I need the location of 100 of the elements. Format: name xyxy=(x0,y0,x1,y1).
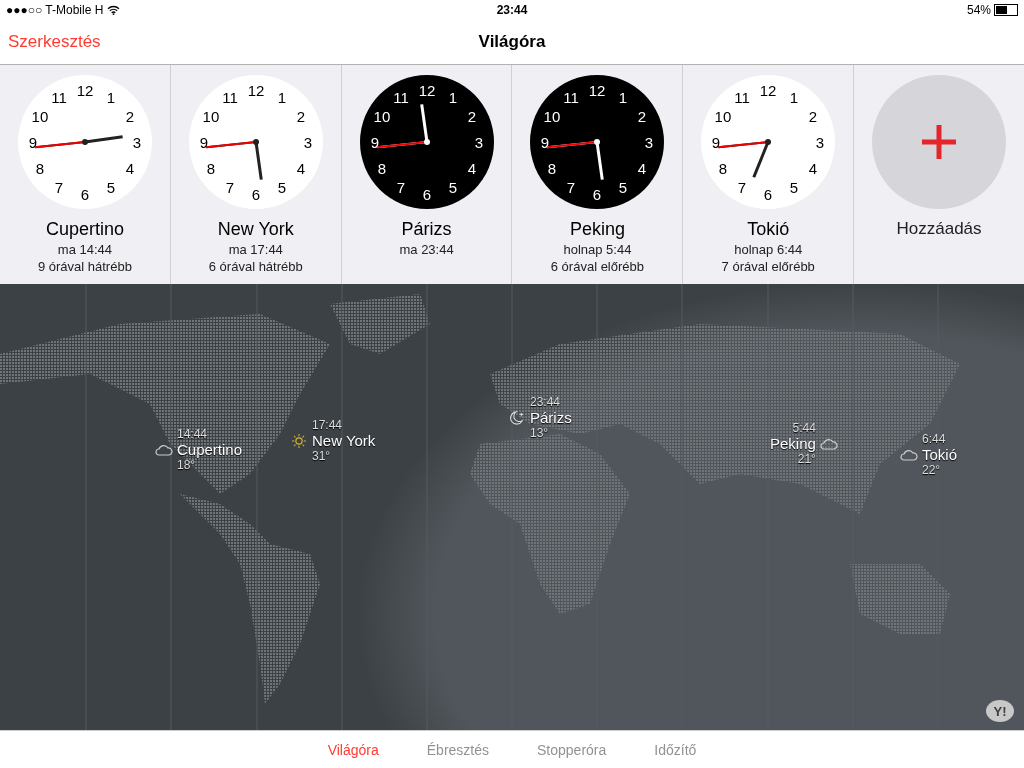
dial-number: 5 xyxy=(277,179,286,197)
city-name: Tokió xyxy=(747,219,790,240)
dial-number: 4 xyxy=(638,160,647,177)
dial-number: 4 xyxy=(125,160,135,177)
pin-time: 17:44 xyxy=(312,418,344,432)
pin-city: Cupertino xyxy=(177,441,243,458)
pin-temperature: 18° xyxy=(177,458,197,472)
dial-number: 12 xyxy=(759,82,777,99)
city-name: Peking xyxy=(569,219,625,240)
cloud-icon xyxy=(900,447,918,462)
edit-button[interactable]: Szerkesztés xyxy=(0,32,109,52)
dial-number: 12 xyxy=(247,82,265,99)
dial-number: 6 xyxy=(251,186,260,203)
moon-icon xyxy=(508,410,526,425)
pin-city: Tokió xyxy=(922,446,958,463)
dial-number: 11 xyxy=(563,88,580,106)
plus-icon xyxy=(922,125,957,159)
time-offset: 6 órával előrébb xyxy=(550,259,644,274)
dial-number: 2 xyxy=(638,108,647,125)
pin-temperature: 13° xyxy=(530,426,550,440)
pin-time: 6:44 xyxy=(922,432,947,446)
dial-number: 1 xyxy=(277,88,286,106)
dial-number: 4 xyxy=(467,160,476,177)
dial-number: 9 xyxy=(541,134,550,151)
local-time: holnap 5:44 xyxy=(563,242,632,257)
wifi-icon xyxy=(107,5,121,15)
city-name: Cupertino xyxy=(45,219,124,240)
dial-number: 7 xyxy=(54,179,64,197)
dial-number: 3 xyxy=(303,134,312,151)
tab[interactable]: Világóra xyxy=(321,737,385,762)
pin-time: 23:44 xyxy=(530,395,562,409)
dial-number: 7 xyxy=(567,179,576,197)
dial-number: 5 xyxy=(106,179,116,197)
dial-number: 10 xyxy=(373,108,390,125)
screen-title: Világóra xyxy=(478,32,546,52)
dial-number: 8 xyxy=(377,160,386,177)
dial-number: 10 xyxy=(714,108,732,125)
dial-number: 4 xyxy=(809,160,818,177)
dial-number: 11 xyxy=(51,88,67,106)
pin-city: Párizs xyxy=(530,409,572,426)
dial-number: 1 xyxy=(619,88,628,106)
dial-number: 12 xyxy=(589,82,606,99)
battery-icon xyxy=(994,4,1018,16)
dial-number: 11 xyxy=(221,88,238,106)
sun-icon xyxy=(290,433,308,448)
dial-number: 2 xyxy=(809,108,818,125)
dial-number: 4 xyxy=(296,160,305,177)
dial-number: 11 xyxy=(392,88,409,106)
pin-city: Peking xyxy=(770,435,816,452)
dial-number: 10 xyxy=(202,108,220,125)
city-name: Párizs xyxy=(401,219,452,240)
tab[interactable]: Időzítő xyxy=(648,737,703,762)
dial-number: 2 xyxy=(467,108,476,125)
pin-time: 14:44 xyxy=(177,427,209,441)
dial-number: 8 xyxy=(548,160,557,177)
local-time: ma 23:44 xyxy=(399,242,454,257)
dial-number: 3 xyxy=(645,134,654,151)
dial-number: 2 xyxy=(125,108,135,125)
tab[interactable]: Stopperóra xyxy=(531,737,613,762)
dial-number: 10 xyxy=(31,108,49,125)
city-name: New York xyxy=(217,219,294,240)
clock-time: 23:44 xyxy=(496,3,528,17)
dial-number: 11 xyxy=(734,88,750,106)
dial-number: 3 xyxy=(474,134,483,151)
dial-number: 8 xyxy=(35,160,45,177)
local-time: ma 14:44 xyxy=(57,242,112,257)
dial-number: 8 xyxy=(206,160,215,177)
dial-number: 12 xyxy=(76,82,94,99)
pin-temperature: 31° xyxy=(312,449,332,463)
dial-number: 7 xyxy=(225,179,234,197)
dial-number: 5 xyxy=(790,179,799,197)
dial-number: 1 xyxy=(448,88,457,106)
pin-time: 5:44 xyxy=(792,421,816,435)
dial-number: 7 xyxy=(396,179,405,197)
dial-number: 9 xyxy=(199,134,208,151)
carrier-label: ●●●○○ T-Mobile H xyxy=(6,3,104,17)
cloud-icon xyxy=(155,442,173,457)
dial-number: 6 xyxy=(764,186,773,203)
dial-number: 1 xyxy=(790,88,799,106)
battery-percent: 54% xyxy=(966,3,991,17)
pin-temperature: 21° xyxy=(797,452,816,466)
dial-number: 12 xyxy=(418,82,435,99)
add-label: Hozzáadás xyxy=(896,219,982,239)
dial-number: 6 xyxy=(593,186,602,203)
dial-number: 9 xyxy=(28,134,38,151)
local-time: holnap 6:44 xyxy=(734,242,803,257)
dial-number: 8 xyxy=(719,160,728,177)
dial-number: 6 xyxy=(422,186,431,203)
dial-number: 2 xyxy=(296,108,305,125)
pin-temperature: 22° xyxy=(922,463,942,477)
time-offset: 6 órával hátrébb xyxy=(208,259,303,274)
pin-city: New York xyxy=(312,432,376,449)
dial-number: 7 xyxy=(738,179,747,197)
tab[interactable]: Ébresztés xyxy=(420,737,496,762)
time-offset: 7 órával előrébb xyxy=(721,259,815,274)
dial-number: 3 xyxy=(132,134,142,151)
dial-number: 6 xyxy=(80,186,90,203)
time-offset: 9 órával hátrébb xyxy=(37,259,132,274)
dial-number: 1 xyxy=(106,88,116,106)
dial-number: 5 xyxy=(448,179,457,197)
